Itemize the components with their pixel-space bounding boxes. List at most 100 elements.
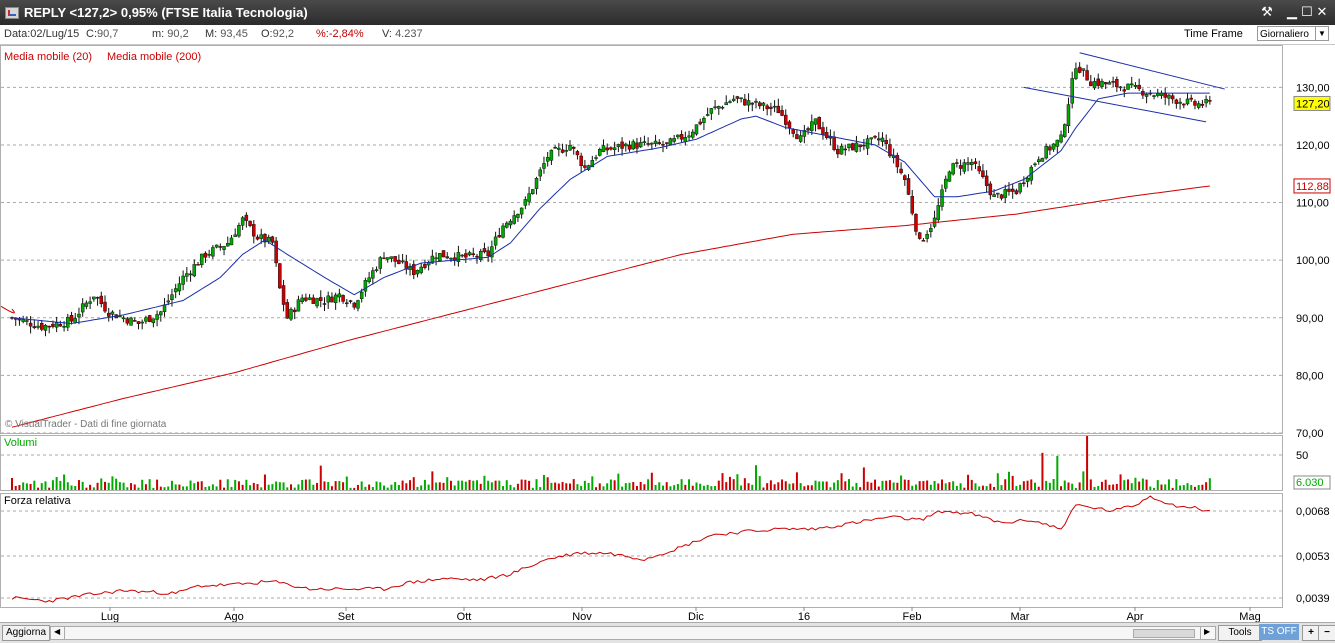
candle-body [903, 175, 907, 180]
volume-bar [978, 486, 981, 490]
volume-bar [200, 481, 203, 490]
candle-body [743, 98, 747, 106]
candle-body [951, 163, 955, 175]
update-button[interactable]: Aggiorna [2, 625, 51, 641]
chart-area[interactable]: Media mobile (20) Media mobile (200) © Vis… [0, 45, 1335, 622]
candle-body [791, 129, 795, 134]
bottom-bar: Aggiorna ◀ ▶ Tools TS OFF + − [0, 622, 1335, 643]
candle-body [311, 297, 316, 304]
volume-bar [494, 480, 497, 490]
candle-body [642, 141, 647, 143]
candle-body [646, 143, 650, 145]
volume-bar [1193, 486, 1196, 490]
candle-body [984, 175, 989, 186]
candle-body [84, 302, 89, 307]
candle-body [832, 136, 836, 150]
volume-bar [104, 481, 106, 490]
scroll-right-arrow[interactable]: ▶ [1200, 626, 1216, 640]
candle-body [315, 298, 319, 307]
scrollbar-thumb[interactable] [1133, 629, 1195, 638]
candle-body [1178, 101, 1182, 104]
volume-bar [814, 480, 817, 490]
candle-body [508, 220, 513, 226]
candle-body [1055, 139, 1060, 147]
candle-body [1089, 81, 1093, 87]
volume-bar [632, 481, 635, 490]
candle-body [545, 157, 550, 162]
candle-body [1051, 143, 1056, 150]
volume-bar [1026, 480, 1029, 490]
chevron-down-icon[interactable]: ▼ [1315, 27, 1328, 40]
volume-bar [338, 481, 341, 490]
volume-bar [725, 482, 728, 490]
candle-body [259, 234, 263, 239]
trendline [1023, 86, 1207, 123]
tools-button[interactable]: Tools [1218, 625, 1262, 641]
volume-bar [431, 471, 434, 490]
price-frame [0, 45, 1283, 434]
candle-body [300, 297, 304, 302]
candle-body [519, 207, 524, 215]
candle-body [345, 302, 349, 305]
time-scrollbar[interactable] [64, 626, 1216, 640]
candle-body [173, 288, 178, 293]
chart-app-icon [5, 7, 19, 19]
candle-body [1100, 80, 1104, 87]
candle-body [847, 143, 851, 149]
volume-bar [487, 480, 490, 490]
info-change: %:-2,84% [316, 28, 364, 40]
candle-body [144, 317, 148, 322]
volume-bar [989, 483, 992, 490]
candle-body [999, 194, 1004, 199]
candle-body [705, 114, 710, 116]
volume-bar [122, 482, 125, 490]
info-volume: V: 4.237 [382, 28, 423, 40]
watermark: © VisualTrader - Dati di fine giornata [5, 419, 167, 430]
volume-bar [412, 477, 415, 490]
ts-off-toggle[interactable]: TS OFF [1259, 624, 1299, 640]
candle-body [155, 314, 159, 320]
volume-bar [732, 479, 735, 490]
timeframe-select[interactable]: Giornaliero ▼ [1257, 26, 1329, 41]
volume-bar [1171, 487, 1174, 490]
volume-bar [308, 479, 311, 490]
volume-bar [1167, 479, 1170, 490]
volume-bar [650, 472, 653, 490]
candle-body [1182, 103, 1186, 106]
volume-bar [267, 484, 270, 490]
volume-bar [803, 486, 806, 490]
remove-icon[interactable]: − [1318, 625, 1335, 641]
volume-bar [33, 480, 36, 490]
volume-bar [885, 480, 888, 490]
volume-bar [278, 482, 281, 490]
tools-icon[interactable]: ⚒ [1258, 4, 1276, 21]
volume-bar [371, 487, 374, 490]
candle-body [1010, 188, 1015, 192]
candle-body [962, 162, 967, 172]
volume-bar [360, 481, 363, 490]
volume-bar [290, 484, 292, 490]
volume-bar [126, 487, 129, 490]
candle-body [159, 311, 163, 316]
volume-bar [226, 479, 229, 490]
candle-body [735, 96, 740, 99]
volume-bar [1019, 484, 1022, 490]
volume-bar [394, 482, 397, 490]
candle-body [356, 300, 360, 309]
volume-bar [870, 482, 873, 490]
close-button[interactable]: ✕ [1313, 4, 1331, 21]
volume-bar [167, 486, 170, 490]
candle-body [110, 311, 115, 315]
volume-bar [684, 484, 687, 490]
volume-bar [922, 481, 925, 490]
volume-bar [1153, 487, 1156, 490]
volume-bar [877, 486, 880, 490]
volume-bar [862, 467, 865, 490]
volume-bar [669, 486, 672, 490]
rs-tick-label: 0,0039 [1296, 593, 1330, 605]
volume-bar [409, 480, 412, 490]
volume-bar [197, 481, 199, 490]
candle-body [1189, 97, 1193, 100]
volume-bar [695, 482, 698, 490]
volume-bar [535, 479, 538, 490]
